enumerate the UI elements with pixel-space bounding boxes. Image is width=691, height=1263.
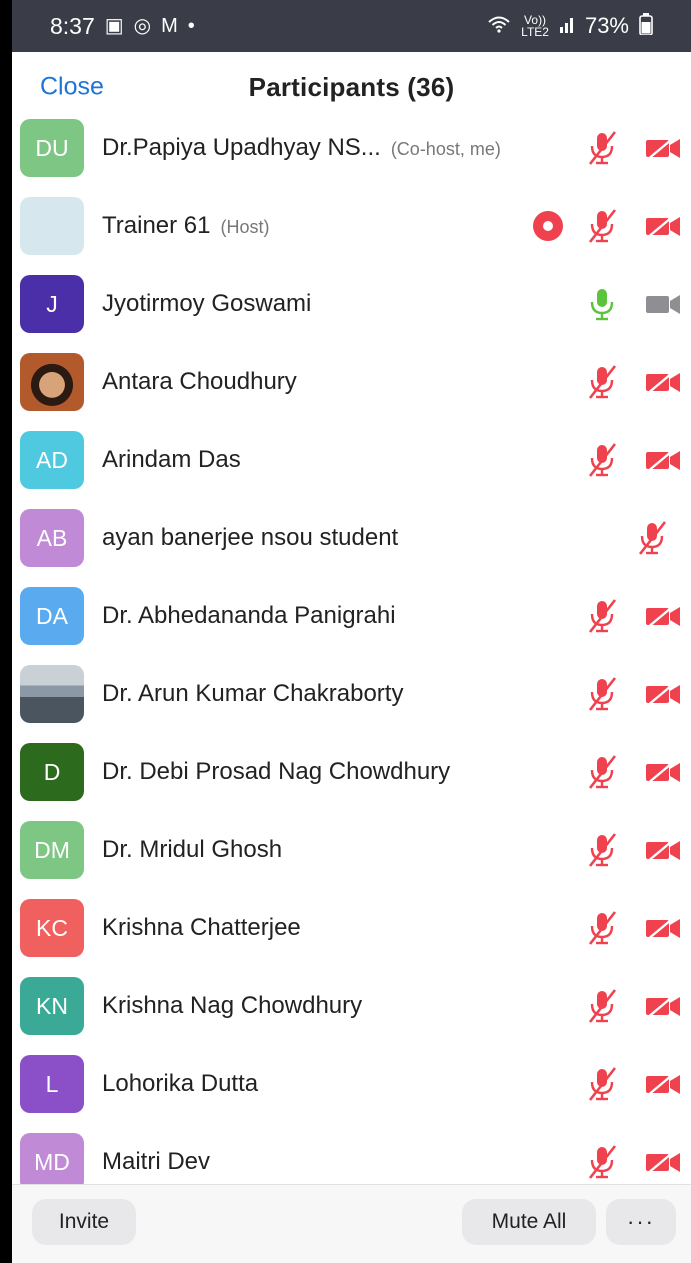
video-off-icon[interactable]	[641, 1065, 685, 1103]
participant-row[interactable]: AB ayan banerjee nsou student	[12, 499, 691, 577]
page-title: Participants (36)	[248, 71, 455, 102]
battery-percent: 73%	[584, 13, 629, 38]
avatar: DU	[20, 119, 84, 177]
video-off-icon[interactable]	[641, 831, 685, 869]
participant-row[interactable]: DU Dr.Papiya Upadhyay NS... (Co-host, me)	[12, 110, 691, 187]
bottom-bar: Invite Mute All ···	[12, 1184, 691, 1263]
avatar	[20, 665, 84, 723]
participant-name: Antara Choudhury	[102, 368, 297, 395]
gallery-notification-icon: ▣	[104, 15, 124, 37]
mic-muted-icon[interactable]	[583, 909, 621, 947]
video-off-icon[interactable]	[641, 129, 685, 167]
participant-name: Dr. Arun Kumar Chakraborty	[102, 680, 404, 707]
avatar: KN	[20, 977, 84, 1035]
mic-muted-icon[interactable]	[583, 675, 621, 713]
video-off-icon[interactable]	[641, 1143, 685, 1181]
recording-icon	[533, 211, 563, 241]
wifi-icon	[487, 14, 511, 38]
participant-row[interactable]: DM Dr. Mridul Ghosh	[12, 811, 691, 889]
avatar	[20, 353, 84, 411]
video-off-icon[interactable]	[641, 207, 685, 245]
participant-name: Jyotirmoy Goswami	[102, 290, 312, 317]
participant-row[interactable]: KN Krishna Nag Chowdhury	[12, 967, 691, 1045]
avatar: D	[20, 743, 84, 801]
avatar: DA	[20, 587, 84, 645]
participant-name: ayan banerjee nsou student	[102, 524, 399, 551]
participant-row[interactable]: J Jyotirmoy Goswami	[12, 265, 691, 343]
mute-all-button[interactable]: Mute All	[462, 1199, 596, 1245]
avatar: L	[20, 1055, 84, 1113]
volte-indicator: Vo)) LTE2	[521, 13, 549, 39]
mic-muted-icon[interactable]	[583, 207, 621, 245]
participant-name: Dr.Papiya Upadhyay NS...	[102, 134, 381, 161]
video-off-icon[interactable]	[641, 363, 685, 401]
mic-muted-icon[interactable]	[633, 519, 671, 557]
avatar: MD	[20, 1133, 84, 1184]
participant-row[interactable]: L Lohorika Dutta	[12, 1045, 691, 1123]
mic-muted-icon[interactable]	[583, 1143, 621, 1181]
avatar: J	[20, 275, 84, 333]
participant-name: Trainer 61	[102, 212, 211, 239]
mic-muted-icon[interactable]	[583, 831, 621, 869]
participant-row[interactable]: D Dr. Debi Prosad Nag Chowdhury	[12, 733, 691, 811]
video-off-icon[interactable]	[641, 987, 685, 1025]
participant-row[interactable]: Trainer 61 (Host)	[12, 187, 691, 265]
avatar: AD	[20, 431, 84, 489]
signal-icon	[559, 15, 575, 37]
participant-name: Dr. Debi Prosad Nag Chowdhury	[102, 758, 451, 785]
participant-row[interactable]: Antara Choudhury	[12, 343, 691, 421]
more-options-button[interactable]: ···	[606, 1199, 676, 1245]
participant-name: Krishna Nag Chowdhury	[102, 992, 363, 1019]
mic-muted-icon[interactable]	[583, 363, 621, 401]
avatar: KC	[20, 899, 84, 957]
participant-name: Krishna Chatterjee	[102, 914, 301, 941]
mic-muted-icon[interactable]	[583, 441, 621, 479]
participant-row[interactable]: AD Arindam Das	[12, 421, 691, 499]
video-off-icon[interactable]	[641, 909, 685, 947]
mic-muted-icon[interactable]	[583, 1065, 621, 1103]
participant-name: Dr. Mridul Ghosh	[102, 836, 283, 863]
gmail-notification-icon: M	[161, 15, 178, 37]
video-off-icon[interactable]	[641, 675, 685, 713]
mic-muted-icon[interactable]	[583, 987, 621, 1025]
video-off-icon[interactable]	[641, 753, 685, 791]
status-bar: 8:37 ▣ ◎ M • Vo)) LTE2 73%	[12, 0, 691, 52]
participant-name: Arindam Das	[102, 446, 241, 473]
video-off-icon[interactable]	[641, 597, 685, 635]
participant-row[interactable]: KC Krishna Chatterjee	[12, 889, 691, 967]
participant-name: Dr. Abhedananda Panigrahi	[102, 602, 396, 629]
mic-muted-icon[interactable]	[583, 129, 621, 167]
avatar: AB	[20, 509, 84, 567]
battery-icon	[639, 13, 653, 39]
participant-row[interactable]: Dr. Arun Kumar Chakraborty	[12, 655, 691, 733]
mic-muted-icon[interactable]	[583, 597, 621, 635]
participant-name: Maitri Dev	[102, 1148, 211, 1175]
mic-muted-icon[interactable]	[583, 753, 621, 791]
avatar: DM	[20, 821, 84, 879]
participant-row[interactable]: DA Dr. Abhedananda Panigrahi	[12, 577, 691, 655]
invite-button[interactable]: Invite	[32, 1199, 136, 1245]
participant-list[interactable]: DU Dr.Papiya Upadhyay NS... (Co-host, me) T…	[12, 110, 691, 1184]
participant-row[interactable]: MD Maitri Dev	[12, 1123, 691, 1184]
video-off-icon[interactable]	[641, 441, 685, 479]
status-time: 8:37	[50, 12, 95, 39]
participant-name: Lohorika Dutta	[102, 1070, 259, 1097]
close-button[interactable]: Close	[40, 73, 104, 102]
participants-screen: 8:37 ▣ ◎ M • Vo)) LTE2 73% Close Partici…	[12, 0, 691, 1263]
participant-role: (Co-host, me)	[390, 139, 501, 159]
more-notifications-dot-icon: •	[187, 15, 195, 37]
avatar	[20, 197, 84, 255]
participant-role: (Host)	[220, 217, 270, 237]
mic-icon[interactable]	[583, 285, 621, 323]
video-camera-icon[interactable]	[641, 285, 685, 323]
whatsapp-notification-icon: ◎	[133, 15, 152, 37]
